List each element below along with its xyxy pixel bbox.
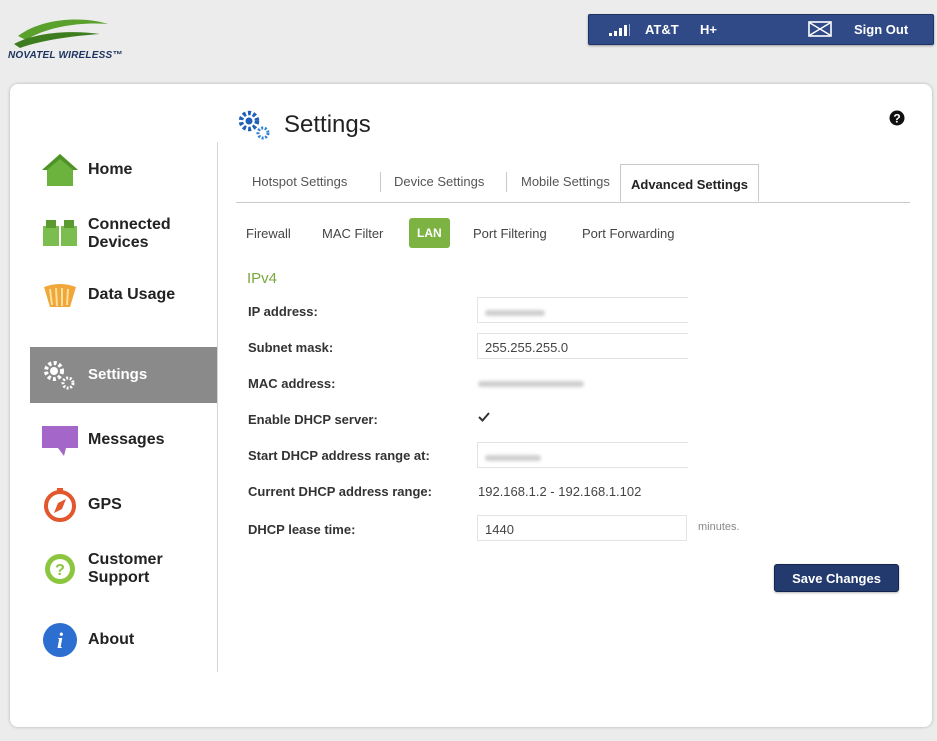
sidebar-item-label: About xyxy=(88,631,135,648)
message-bubble-icon xyxy=(42,426,78,456)
redacted-value xyxy=(478,380,584,387)
connected-devices-icon xyxy=(43,220,77,246)
ip-address-field[interactable] xyxy=(477,297,688,323)
envelope-icon[interactable] xyxy=(808,21,832,37)
carrier-name: AT&T xyxy=(645,22,679,37)
compass-icon xyxy=(44,488,76,522)
enable-dhcp-checkbox[interactable] xyxy=(476,409,492,425)
network-type: H+ xyxy=(700,22,717,37)
sidebar-item-label: Messages xyxy=(88,431,165,448)
info-icon: i xyxy=(43,623,77,657)
mac-address-value xyxy=(478,375,584,390)
subtab-firewall[interactable]: Firewall xyxy=(246,226,291,241)
subnet-mask-field[interactable]: 255.255.255.0 xyxy=(477,333,688,359)
subtab-lan[interactable]: LAN xyxy=(409,218,450,248)
tab-device-settings[interactable]: Device Settings xyxy=(394,174,484,189)
support-icon: ? xyxy=(45,554,75,584)
sidebar-item-messages[interactable]: Messages xyxy=(30,412,217,468)
sidebar-item-label: GPS xyxy=(88,496,122,513)
tab-separator xyxy=(380,172,381,192)
settings-tabs: Hotspot Settings Device Settings Mobile … xyxy=(236,164,910,203)
svg-text:?: ? xyxy=(893,112,900,126)
sidebar-item-home[interactable]: Home xyxy=(30,142,217,198)
sidebar-item-data-usage[interactable]: Data Usage xyxy=(30,267,217,323)
main-panel: Home Connected Devices Data Usage Settin… xyxy=(10,84,932,727)
tab-mobile-settings[interactable]: Mobile Settings xyxy=(521,174,610,189)
lease-time-field[interactable]: 1440 xyxy=(477,515,687,541)
subnet-mask-label: Subnet mask: xyxy=(248,340,334,355)
subtab-mac-filter[interactable]: MAC Filter xyxy=(322,226,383,241)
dhcp-start-field[interactable] xyxy=(477,442,688,468)
signal-strength-icon xyxy=(609,24,630,36)
section-title-ipv4: IPv4 xyxy=(247,270,278,287)
sidebar-divider xyxy=(217,142,218,672)
sidebar-item-label: Customer Support xyxy=(88,551,163,586)
lease-time-label: DHCP lease time: xyxy=(248,522,356,537)
tab-advanced-settings[interactable]: Advanced Settings xyxy=(620,164,760,202)
sidebar-item-gps[interactable]: GPS xyxy=(30,477,217,533)
novatel-logo: NOVATEL WIRELESS™ xyxy=(8,14,128,69)
ip-address-label: IP address: xyxy=(248,304,318,319)
dhcp-start-label: Start DHCP address range at: xyxy=(248,448,430,463)
home-icon xyxy=(42,154,78,186)
tab-hotspot-settings[interactable]: Hotspot Settings xyxy=(252,174,347,189)
svg-text:?: ? xyxy=(55,562,65,579)
sidebar-item-connected-devices[interactable]: Connected Devices xyxy=(30,206,217,262)
logo-swoosh-icon xyxy=(14,19,108,48)
sidebar-item-label: Data Usage xyxy=(88,286,176,303)
svg-text:i: i xyxy=(57,628,64,653)
status-bar: AT&T H+ Sign Out xyxy=(588,14,934,45)
sidebar-item-about[interactable]: i About xyxy=(30,612,217,668)
lease-time-unit: minutes. xyxy=(698,521,740,533)
dhcp-range-value: 192.168.1.2 - 192.168.1.102 xyxy=(478,484,642,499)
sidebar-item-label: Settings xyxy=(88,366,148,383)
redacted-value xyxy=(485,309,545,316)
dhcp-range-label: Current DHCP address range: xyxy=(248,484,432,499)
save-changes-button[interactable]: Save Changes xyxy=(774,564,899,592)
sidebar-item-label: Connected Devices xyxy=(88,216,171,251)
sign-out-link[interactable]: Sign Out xyxy=(854,22,908,37)
subtab-port-filtering[interactable]: Port Filtering xyxy=(473,226,547,241)
enable-dhcp-label: Enable DHCP server: xyxy=(248,412,378,427)
mac-address-label: MAC address: xyxy=(248,376,336,391)
sidebar-item-label: Home xyxy=(88,161,133,178)
redacted-value xyxy=(485,454,541,461)
gear-icon xyxy=(44,361,75,390)
sidebar-item-customer-support[interactable]: ? Customer Support xyxy=(30,541,217,597)
subtab-port-forwarding[interactable]: Port Forwarding xyxy=(582,226,674,241)
tab-separator xyxy=(506,172,507,192)
brand-tm: ™ xyxy=(112,50,123,61)
settings-gear-icon xyxy=(238,110,270,140)
sidebar-item-settings[interactable]: Settings xyxy=(30,347,217,403)
brand-name: NOVATEL WIRELESS xyxy=(8,50,113,61)
page-title: Settings xyxy=(284,111,371,138)
help-icon[interactable]: ? xyxy=(889,110,905,126)
data-usage-icon xyxy=(44,284,76,307)
